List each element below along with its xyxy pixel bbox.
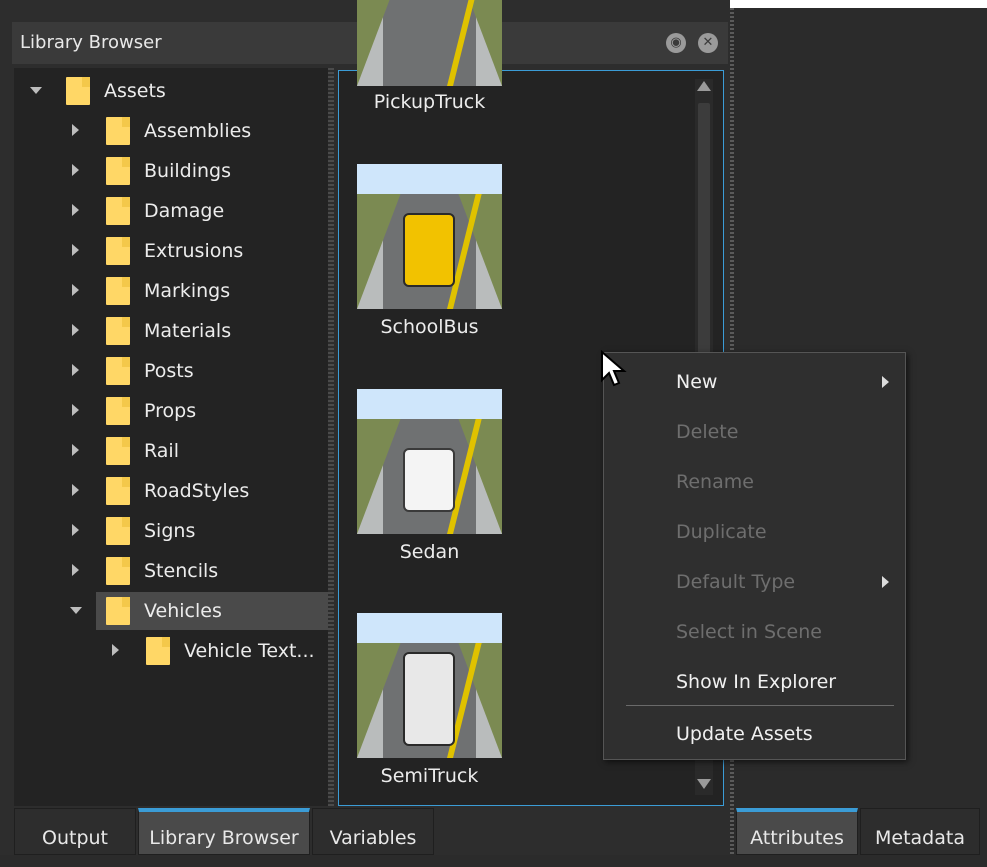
asset-label: SemiTruck — [380, 765, 479, 787]
tree-item-signs[interactable]: Signs — [14, 512, 328, 550]
tree-item-vehicles[interactable]: Vehicles — [70, 592, 328, 630]
tree-item-label: Extrusions — [144, 240, 244, 262]
context-menu: New Delete Rename Duplicate Default Type… — [603, 352, 906, 760]
asset-thumbnail-semitruck[interactable] — [357, 613, 502, 758]
folder-tree[interactable]: Assets Assemblies Buildings Damage Extru… — [14, 68, 329, 806]
tree-item-label: Damage — [144, 200, 225, 222]
chevron-right-icon[interactable] — [72, 324, 79, 336]
folder-icon — [106, 557, 130, 585]
tree-item-label: Assemblies — [144, 120, 252, 142]
mouse-cursor-icon — [601, 350, 627, 387]
menu-item-select-in-scene[interactable]: Select in Scene — [604, 607, 905, 657]
tree-item-label: Props — [144, 400, 197, 422]
tree-item-stencils[interactable]: Stencils — [14, 552, 328, 590]
tree-item-rail[interactable]: Rail — [14, 432, 328, 470]
tree-item-damage[interactable]: Damage — [14, 192, 328, 230]
tree-item-label: Materials — [144, 320, 232, 342]
tree-item-markings[interactable]: Markings — [14, 272, 328, 310]
chevron-right-icon[interactable] — [72, 484, 79, 496]
tab-metadata[interactable]: Metadata — [860, 808, 980, 855]
chevron-right-icon — [882, 376, 889, 388]
folder-icon — [106, 277, 130, 305]
tree-item-label: Stencils — [144, 560, 219, 582]
tree-item-extrusions[interactable]: Extrusions — [14, 232, 328, 270]
tree-item-label: RoadStyles — [144, 480, 250, 502]
chevron-down-icon[interactable] — [30, 87, 42, 94]
tree-item-assemblies[interactable]: Assemblies — [14, 112, 328, 150]
chevron-right-icon[interactable] — [72, 124, 79, 136]
panel-title: Library Browser — [20, 32, 162, 53]
chevron-right-icon[interactable] — [72, 404, 79, 416]
chevron-right-icon[interactable] — [72, 204, 79, 216]
school-bus-icon — [403, 213, 455, 287]
chevron-right-icon[interactable] — [72, 564, 79, 576]
folder-icon — [106, 237, 130, 265]
folder-icon — [106, 477, 130, 505]
undock-icon[interactable]: ◉ — [666, 33, 686, 53]
tree-item-label: Buildings — [144, 160, 231, 182]
tree-item-label: Vehicle Text... — [184, 640, 315, 662]
tab-variables[interactable]: Variables — [312, 808, 434, 855]
tree-item-assets[interactable]: Assets — [14, 72, 328, 110]
asset-label: Sedan — [399, 541, 460, 563]
sedan-icon — [403, 448, 455, 512]
scroll-thumb[interactable] — [698, 103, 710, 363]
asset-thumbnail-pickuptruck[interactable] — [357, 0, 502, 86]
scroll-down-arrow-icon[interactable] — [697, 779, 711, 789]
tree-item-label: Markings — [144, 280, 231, 302]
tree-item-materials[interactable]: Materials — [14, 312, 328, 350]
tree-item-label: Posts — [144, 360, 194, 382]
chevron-right-icon[interactable] — [72, 444, 79, 456]
menu-item-update-assets[interactable]: Update Assets — [604, 709, 905, 759]
tree-item-buildings[interactable]: Buildings — [14, 152, 328, 190]
chevron-right-icon[interactable] — [72, 364, 79, 376]
tree-item-roadstyles[interactable]: RoadStyles — [14, 472, 328, 510]
chevron-right-icon[interactable] — [72, 164, 79, 176]
chevron-right-icon[interactable] — [72, 524, 79, 536]
menu-item-rename[interactable]: Rename — [604, 457, 905, 507]
tree-item-vehicle-textures[interactable]: Vehicle Text... — [14, 632, 328, 670]
folder-icon — [106, 597, 130, 625]
tab-attributes[interactable]: Attributes — [736, 808, 858, 855]
chevron-right-icon[interactable] — [112, 644, 119, 656]
folder-icon — [106, 437, 130, 465]
asset-label: PickupTruck — [373, 91, 486, 113]
chevron-right-icon — [882, 576, 889, 588]
close-icon[interactable]: ✕ — [698, 33, 718, 53]
folder-icon — [106, 157, 130, 185]
tree-item-posts[interactable]: Posts — [14, 352, 328, 390]
tab-library-browser[interactable]: Library Browser — [138, 808, 310, 855]
folder-icon — [106, 357, 130, 385]
semi-truck-icon — [403, 652, 455, 746]
chevron-right-icon[interactable] — [72, 244, 79, 256]
chevron-down-icon[interactable] — [70, 607, 82, 614]
menu-item-new[interactable]: New — [604, 357, 905, 407]
folder-icon — [106, 397, 130, 425]
menu-item-delete[interactable]: Delete — [604, 407, 905, 457]
menu-item-default-type[interactable]: Default Type — [604, 557, 905, 607]
tree-splitter[interactable] — [328, 68, 334, 806]
folder-icon — [106, 117, 130, 145]
folder-icon — [106, 517, 130, 545]
folder-icon — [106, 317, 130, 345]
tree-item-props[interactable]: Props — [14, 392, 328, 430]
asset-label: SchoolBus — [380, 316, 479, 338]
folder-icon — [146, 637, 170, 665]
tree-item-label: Assets — [104, 80, 166, 102]
menu-item-duplicate[interactable]: Duplicate — [604, 507, 905, 557]
scroll-up-arrow-icon[interactable] — [697, 81, 711, 91]
chevron-right-icon[interactable] — [72, 284, 79, 296]
tree-item-label: Signs — [144, 520, 196, 542]
menu-item-show-in-explorer[interactable]: Show In Explorer — [604, 657, 905, 707]
asset-thumbnail-schoolbus[interactable] — [357, 164, 502, 309]
tree-item-label: Vehicles — [144, 600, 222, 622]
asset-thumbnail-sedan[interactable] — [357, 389, 502, 534]
menu-separator — [626, 705, 894, 706]
folder-icon — [106, 197, 130, 225]
folder-icon — [66, 77, 90, 105]
tab-output[interactable]: Output — [14, 808, 136, 855]
tree-item-label: Rail — [144, 440, 179, 462]
